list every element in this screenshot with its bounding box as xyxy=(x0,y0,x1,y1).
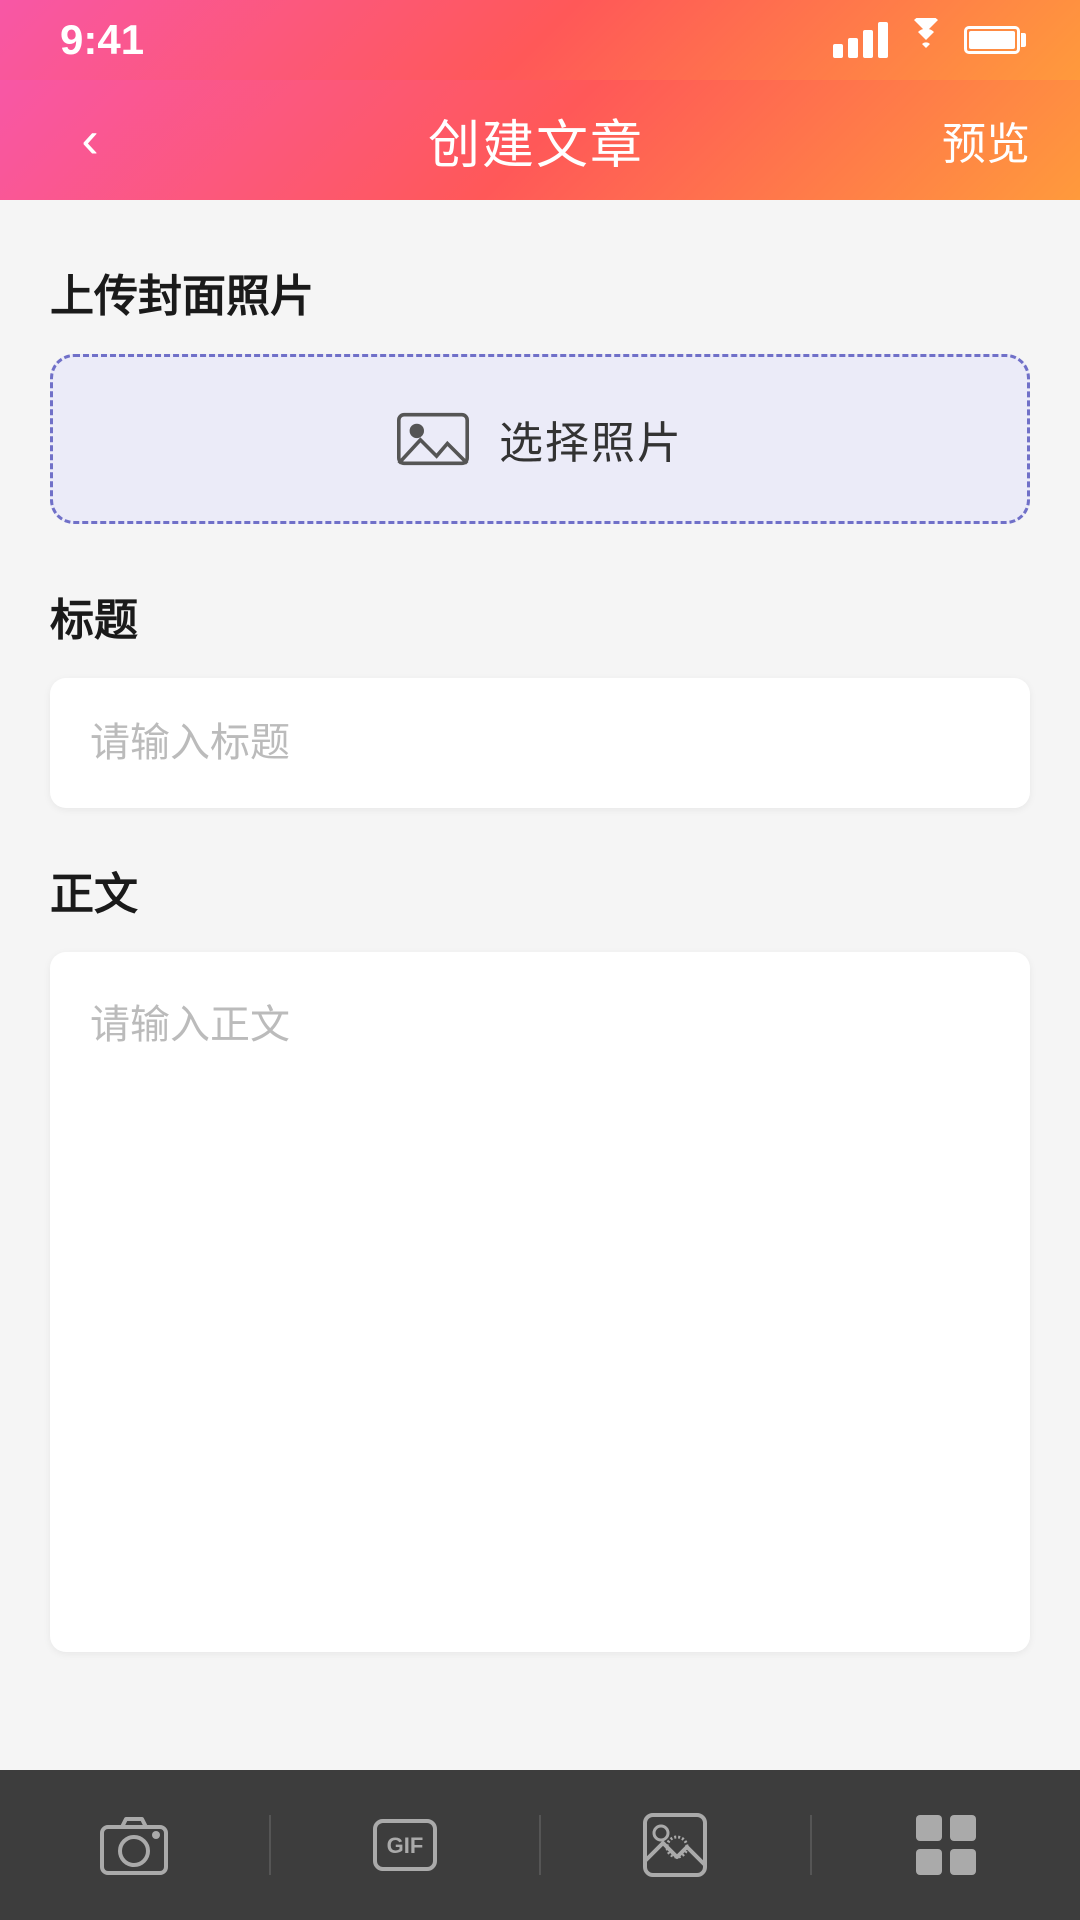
header: ‹ 创建文章 预览 xyxy=(0,80,1080,200)
toolbar-gif-button[interactable]: GIF xyxy=(271,1770,540,1920)
grid-icon xyxy=(910,1809,982,1881)
title-section: 标题 xyxy=(50,584,1030,808)
photo-upload-button[interactable]: 选择照片 xyxy=(50,354,1030,524)
toolbar-camera-button[interactable] xyxy=(0,1770,269,1920)
back-button[interactable]: ‹ xyxy=(50,110,130,170)
image-icon xyxy=(639,1809,711,1881)
svg-text:GIF: GIF xyxy=(386,1833,423,1858)
signal-icon xyxy=(833,22,888,58)
status-icons xyxy=(833,18,1020,63)
status-bar: 9:41 xyxy=(0,0,1080,80)
battery-icon xyxy=(964,26,1020,54)
title-input[interactable] xyxy=(50,678,1030,808)
image-placeholder-icon xyxy=(397,403,469,475)
photo-upload-label: 选择照片 xyxy=(499,407,683,471)
title-section-label: 标题 xyxy=(50,584,1030,648)
body-section-label: 正文 xyxy=(50,858,1030,922)
gif-icon: GIF xyxy=(369,1809,441,1881)
wifi-icon xyxy=(904,18,948,63)
bottom-toolbar: GIF xyxy=(0,1770,1080,1920)
toolbar-grid-button[interactable] xyxy=(812,1770,1080,1920)
cover-section-label: 上传封面照片 xyxy=(50,260,1030,324)
body-section: 正文 xyxy=(50,858,1030,1657)
page-title: 创建文章 xyxy=(428,103,644,178)
toolbar-image-button[interactable] xyxy=(541,1770,810,1920)
content-area: 上传封面照片 选择照片 标题 正文 xyxy=(0,200,1080,1770)
preview-button[interactable]: 预览 xyxy=(942,108,1030,172)
body-input[interactable] xyxy=(50,952,1030,1652)
status-time: 9:41 xyxy=(60,16,144,64)
camera-icon xyxy=(98,1809,170,1881)
